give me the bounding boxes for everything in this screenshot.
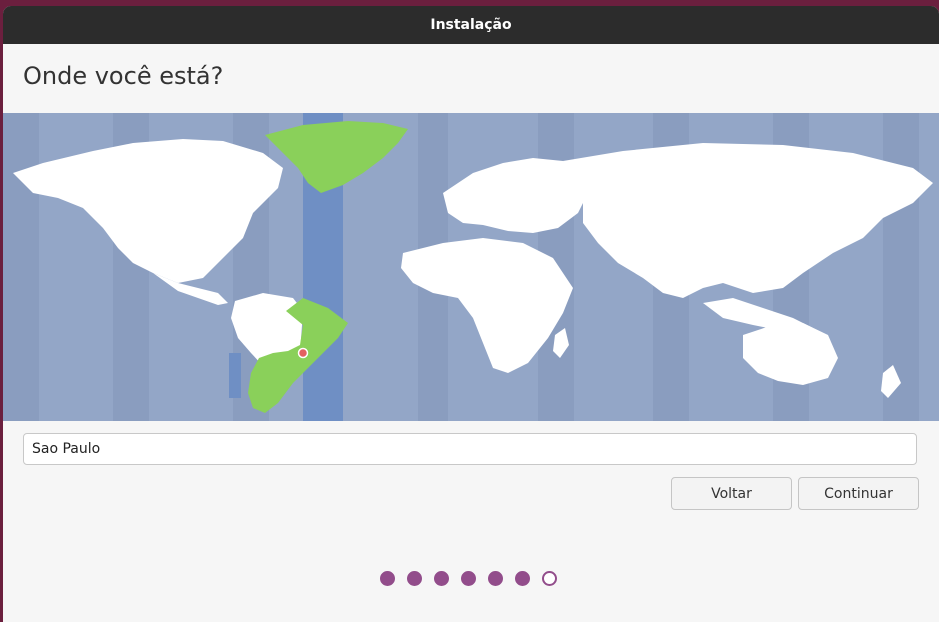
title-bar: Instalação [3, 6, 939, 44]
world-map-graphic[interactable] [3, 113, 939, 421]
progress-steps [380, 571, 557, 586]
progress-dot [515, 571, 530, 586]
progress-dot [434, 571, 449, 586]
window-title: Instalação [430, 17, 512, 33]
land-masses [13, 139, 933, 398]
installer-window: Instalação Onde você está? Sao Paulo Vol… [3, 6, 939, 622]
page-title: Onde você está? [23, 62, 224, 90]
progress-dot [488, 571, 503, 586]
continue-button[interactable]: Continuar [798, 477, 919, 510]
timezone-input[interactable] [23, 433, 917, 465]
progress-dot [380, 571, 395, 586]
back-button[interactable]: Voltar [671, 477, 792, 510]
progress-dot-current [542, 571, 557, 586]
progress-dot [461, 571, 476, 586]
map-pin-icon [297, 347, 309, 359]
greenland-shape [265, 121, 408, 193]
progress-dot [407, 571, 422, 586]
timezone-map[interactable] [3, 113, 939, 421]
